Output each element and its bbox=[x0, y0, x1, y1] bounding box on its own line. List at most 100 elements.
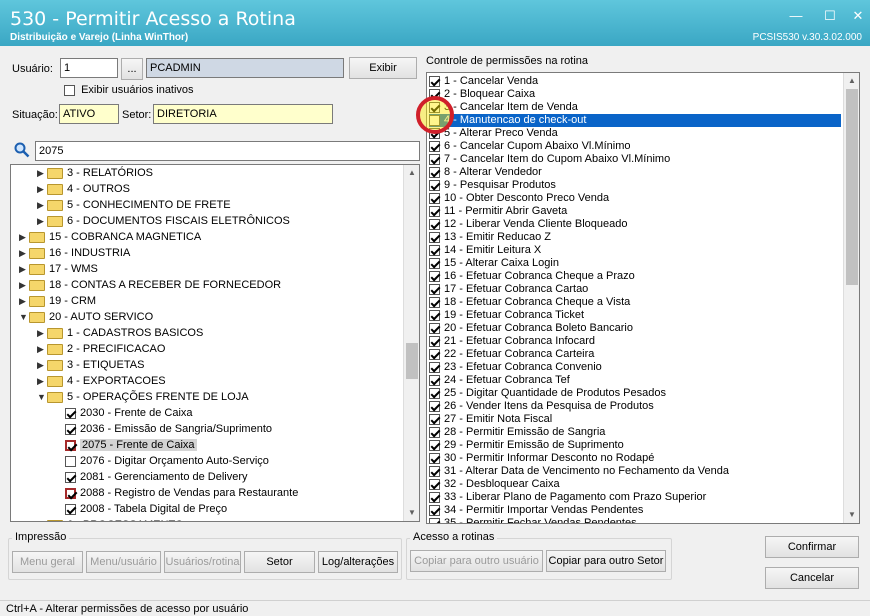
permission-item[interactable]: 14 - Emitir Leitura X bbox=[429, 244, 841, 257]
permission-checkbox[interactable] bbox=[429, 257, 440, 269]
tree-folder[interactable]: ▶ 18 - CONTAS A RECEBER DE FORNECEDOR bbox=[19, 277, 281, 293]
permission-checkbox[interactable] bbox=[429, 244, 440, 256]
tree-folder[interactable]: ▶ 3 - ETIQUETAS bbox=[37, 357, 144, 373]
inactive-users-checkbox[interactable]: Exibir usuários inativos bbox=[64, 84, 194, 96]
permission-item[interactable]: 2 - Bloquear Caixa bbox=[429, 88, 841, 101]
permission-item[interactable]: 17 - Efetuar Cobranca Cartao bbox=[429, 283, 841, 296]
log-button[interactable]: Log/alterações bbox=[318, 551, 398, 573]
permission-item[interactable]: 32 - Desbloquear Caixa bbox=[429, 478, 841, 491]
tree-item[interactable]: 2076 - Digitar Orçamento Auto-Serviço bbox=[55, 453, 269, 469]
search-input[interactable]: 2075 bbox=[35, 141, 420, 161]
tree-scrollbar[interactable]: ▲ ▼ bbox=[403, 165, 419, 521]
permission-item[interactable]: 24 - Efetuar Cobranca Tef bbox=[429, 374, 841, 387]
tree-folder[interactable]: ▶ 1 - CADASTROS BASICOS bbox=[37, 325, 203, 341]
perm-scroll-thumb[interactable] bbox=[846, 89, 858, 285]
permission-checkbox[interactable] bbox=[429, 374, 440, 386]
permission-item[interactable]: 9 - Pesquisar Produtos bbox=[429, 179, 841, 192]
tree-folder[interactable]: ▶ 15 - COBRANCA MAGNETICA bbox=[19, 229, 201, 245]
tree-folder[interactable]: ▼ 20 - AUTO SERVICO bbox=[19, 309, 153, 325]
permission-item[interactable]: 12 - Liberar Venda Cliente Bloqueado bbox=[429, 218, 841, 231]
permission-item[interactable]: 26 - Vender Itens da Pesquisa de Produto… bbox=[429, 400, 841, 413]
maximize-icon[interactable]: ☐ bbox=[820, 8, 840, 24]
permission-checkbox[interactable] bbox=[429, 452, 440, 464]
permission-item[interactable]: 35 - Permitir Fechar Vendas Pendentes bbox=[429, 517, 841, 523]
permission-checkbox[interactable] bbox=[429, 400, 440, 412]
tree-folder[interactable]: ▶ 4 - OUTROS bbox=[37, 181, 130, 197]
permission-checkbox[interactable] bbox=[429, 166, 440, 178]
permission-item[interactable]: 7 - Cancelar Item do Cupom Abaixo Vl.Mín… bbox=[429, 153, 841, 166]
chevron-right-icon[interactable]: ▶ bbox=[37, 357, 47, 373]
tree-folder[interactable]: ▶ 19 - CRM bbox=[19, 293, 96, 309]
chevron-right-icon[interactable]: ▶ bbox=[19, 277, 29, 293]
permission-checkbox[interactable] bbox=[429, 218, 440, 230]
chevron-right-icon[interactable]: ▶ bbox=[19, 229, 29, 245]
permission-item[interactable]: 25 - Digitar Quantidade de Produtos Pesa… bbox=[429, 387, 841, 400]
permission-checkbox[interactable] bbox=[429, 205, 440, 217]
tree-folder[interactable]: ▶ 3 - RELATÓRIOS bbox=[37, 165, 153, 181]
copiar-setor-button[interactable]: Copiar para outro Setor bbox=[546, 550, 666, 572]
permission-item[interactable]: 31 - Alterar Data de Vencimento no Fecha… bbox=[429, 465, 841, 478]
tree-item[interactable]: 2075 - Frente de Caixa bbox=[55, 437, 197, 453]
cancelar-button[interactable]: Cancelar bbox=[765, 567, 859, 589]
tree-folder[interactable]: ▶ 6 - DOCUMENTOS FISCAIS ELETRÔNICOS bbox=[37, 213, 290, 229]
inactive-users-check[interactable] bbox=[64, 84, 75, 96]
permission-item[interactable]: 10 - Obter Desconto Preco Venda bbox=[429, 192, 841, 205]
tree-folder[interactable]: ▶ 6 - PROCESSAMENTO bbox=[37, 517, 184, 521]
perm-scroll-down-icon[interactable]: ▼ bbox=[844, 507, 859, 523]
permission-checkbox[interactable] bbox=[429, 504, 440, 516]
permission-item[interactable]: 33 - Liberar Plano de Pagamento com Praz… bbox=[429, 491, 841, 504]
tree-item[interactable]: 2030 - Frente de Caixa bbox=[55, 405, 193, 421]
permission-checkbox[interactable] bbox=[429, 413, 440, 425]
permission-item[interactable]: 16 - Efetuar Cobranca Cheque a Prazo bbox=[429, 270, 841, 283]
permission-checkbox[interactable] bbox=[429, 231, 440, 243]
permission-checkbox[interactable] bbox=[429, 478, 440, 490]
tree-item[interactable]: 2036 - Emissão de Sangria/Suprimento bbox=[55, 421, 272, 437]
permission-checkbox[interactable] bbox=[429, 179, 440, 191]
chevron-right-icon[interactable]: ▶ bbox=[37, 373, 47, 389]
permission-checkbox[interactable] bbox=[429, 491, 440, 503]
chevron-right-icon[interactable]: ▶ bbox=[37, 181, 47, 197]
permission-checkbox[interactable] bbox=[429, 361, 440, 373]
chevron-right-icon[interactable]: ▶ bbox=[37, 213, 47, 229]
permission-item[interactable]: 28 - Permitir Emissão de Sangria bbox=[429, 426, 841, 439]
permission-item[interactable]: 11 - Permitir Abrir Gaveta bbox=[429, 205, 841, 218]
menu-geral-button[interactable]: Menu geral bbox=[12, 551, 83, 573]
tree-item-checkbox[interactable] bbox=[65, 407, 76, 419]
usuarios-rotina-button[interactable]: Usuários/rotina bbox=[164, 551, 241, 573]
permission-checkbox[interactable] bbox=[429, 192, 440, 204]
chevron-down-icon[interactable]: ▼ bbox=[19, 309, 29, 325]
close-icon[interactable]: ✕ bbox=[848, 8, 868, 24]
permission-item[interactable]: 21 - Efetuar Cobranca Infocard bbox=[429, 335, 841, 348]
usuario-code-input[interactable]: 1 bbox=[60, 58, 118, 78]
permission-item[interactable]: 19 - Efetuar Cobranca Ticket bbox=[429, 309, 841, 322]
tree-scroll-thumb[interactable] bbox=[406, 343, 418, 379]
permission-checkbox[interactable] bbox=[429, 75, 440, 87]
permission-item[interactable]: 34 - Permitir Importar Vendas Pendentes bbox=[429, 504, 841, 517]
tree-item-checkbox[interactable] bbox=[65, 471, 76, 483]
permission-item[interactable]: 1 - Cancelar Venda bbox=[429, 75, 841, 88]
chevron-right-icon[interactable]: ▶ bbox=[19, 245, 29, 261]
chevron-right-icon[interactable]: ▶ bbox=[19, 261, 29, 277]
chevron-right-icon[interactable]: ▶ bbox=[37, 325, 47, 341]
permission-checkbox[interactable] bbox=[429, 387, 440, 399]
confirmar-button[interactable]: Confirmar bbox=[765, 536, 859, 558]
permission-checkbox[interactable] bbox=[429, 270, 440, 282]
chevron-right-icon[interactable]: ▶ bbox=[37, 197, 47, 213]
permission-item[interactable]: 29 - Permitir Emissão de Suprimento bbox=[429, 439, 841, 452]
permission-checkbox[interactable] bbox=[429, 309, 440, 321]
permission-checkbox[interactable] bbox=[429, 348, 440, 360]
permission-item[interactable]: 23 - Efetuar Cobranca Convenio bbox=[429, 361, 841, 374]
permission-item[interactable]: 13 - Emitir Reducao Z bbox=[429, 231, 841, 244]
tree-folder[interactable]: ▶ 4 - EXPORTACOES bbox=[37, 373, 166, 389]
tree-item-checkbox[interactable] bbox=[65, 439, 76, 451]
permission-item[interactable]: 15 - Alterar Caixa Login bbox=[429, 257, 841, 270]
permission-checkbox[interactable] bbox=[429, 465, 440, 477]
tree-item-checkbox[interactable] bbox=[65, 455, 76, 467]
permission-item[interactable]: 6 - Cancelar Cupom Abaixo Vl.Mínimo bbox=[429, 140, 841, 153]
permission-item[interactable]: 20 - Efetuar Cobranca Boleto Bancario bbox=[429, 322, 841, 335]
copiar-usuario-button[interactable]: Copiar para outro usuário bbox=[410, 550, 543, 572]
permissions-scrollbar[interactable]: ▲ ▼ bbox=[843, 73, 859, 523]
exibir-button[interactable]: Exibir bbox=[349, 57, 417, 79]
tree-folder[interactable]: ▶ 5 - CONHECIMENTO DE FRETE bbox=[37, 197, 231, 213]
permission-checkbox[interactable] bbox=[429, 140, 440, 152]
